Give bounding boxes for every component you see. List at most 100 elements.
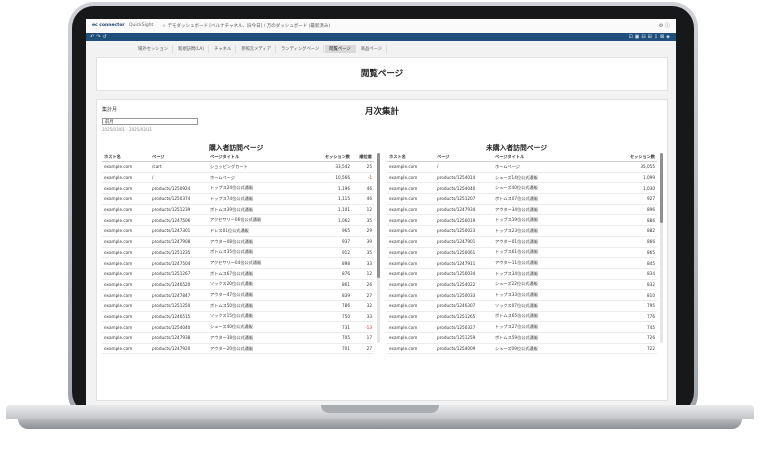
table-row[interactable]: example.com products/1247934 アウター34位公式通販 89… (387, 204, 657, 216)
table-cell: example.com (102, 268, 150, 280)
table-row[interactable]: example.com / ホームページ 10,566 -1 (102, 172, 374, 184)
table-cell: products/1250061 (435, 247, 493, 259)
table-cell: example.com (387, 311, 435, 323)
table-cell: シューズ09位公式通販 (493, 343, 601, 355)
table-row[interactable]: example.com products/1250034 トップス34位公式通販 83… (387, 268, 657, 280)
table-row[interactable]: example.com products/1247938 アウター38位公式通販 70… (102, 332, 374, 344)
table-cell: example.com (387, 161, 435, 173)
column-header[interactable]: ホスト名 (387, 153, 435, 162)
table-row[interactable]: example.com products/1250033 トップス33位公式通販 81… (387, 289, 657, 301)
table-row[interactable]: example.com products/1246515 ソックス15位公式通販 75… (102, 311, 374, 323)
table-row[interactable]: example.com products/1254040 シューズ40位公式通販 73… (102, 321, 374, 333)
table-cell: アウター20位公式通販 (208, 343, 312, 355)
breadcrumb[interactable]: ☆ デモダッシュボード [ベルナチャネル、旧今日] / 万のダッシュボード (最… (162, 23, 330, 29)
nonbuyers-scrollbar[interactable] (660, 153, 663, 343)
table-cell: example.com (387, 332, 435, 344)
table-row[interactable]: example.com products/1247301 ドレス01位公式通販 965… (102, 225, 374, 237)
tab-5[interactable]: 閲覧ページ (325, 45, 356, 53)
buyers-scrollbar[interactable] (377, 153, 380, 343)
table-row[interactable]: example.com products/1246520 ソックス20位公式通販 86… (102, 279, 374, 291)
table-row[interactable]: example.com products/1254009 シューズ09位公式通販 72… (387, 343, 657, 355)
table-row[interactable]: example.com products/1251267 ボトムス67位公式通販 87… (102, 268, 374, 280)
table-row[interactable]: example.com products/1251239 ボトムス39位公式通販 1,… (102, 204, 374, 216)
table-row[interactable]: example.com products/1250327 トップス27位公式通販 74… (387, 321, 657, 333)
table-row[interactable]: example.com products/1250019 トップス19位公式通販 88… (387, 214, 657, 227)
toolbar-action-icons[interactable]: ⊡▣⊟⊞⇩⊠◈ (628, 34, 672, 40)
column-header[interactable]: ホスト名 (102, 153, 150, 162)
table-row[interactable]: example.com products/1247908 アウター08位公式通販 93… (102, 236, 374, 248)
table-cell: example.com (102, 343, 150, 355)
laptop-notch (321, 405, 439, 413)
table-cell: 865 (601, 247, 657, 259)
table-cell: example.com (102, 214, 150, 227)
tab-4[interactable]: ランディングページ (277, 45, 325, 53)
table-cell: products/1247506 (150, 214, 208, 227)
table-cell: / (435, 161, 493, 173)
table-row[interactable]: example.com products/1251265 ボトムス65位公式通販 77… (387, 311, 657, 323)
table-row[interactable]: example.com products/1251235 ボトムス35位公式通販 91… (102, 247, 374, 259)
table-cell: example.com (102, 300, 150, 312)
nonbuyers-scroll-thumb[interactable] (660, 153, 663, 223)
table-cell: 898 (312, 257, 352, 269)
screen: ec connector QuickSight ☆ デモダッシュボード [ベルナ… (86, 19, 676, 405)
table-row[interactable]: example.com products/1250924 トップス24位公式通販 1,… (102, 182, 374, 195)
table-row[interactable]: example.com products/1251250 ボトムス50位公式通販 78… (102, 300, 374, 312)
table-cell: example.com (102, 236, 150, 248)
window-icons[interactable]: ⚙ ⓘ (659, 22, 670, 29)
table-cell: 46 (352, 193, 374, 205)
column-header[interactable]: ページタイトル (493, 153, 601, 162)
tab-2[interactable]: チャネル (210, 45, 237, 53)
table-row[interactable]: example.com products/1251259 ボトムス59位公式通販 72… (387, 332, 657, 344)
table-row[interactable]: example.com products/1254022 シューズ22位公式通販 83… (387, 279, 657, 291)
table-row[interactable]: example.com products/1247504 アクセサリー04位公式通販… (102, 257, 374, 269)
monthly-panel: 集計月 前月 2025/03/01 - 2025/03/31 月次集計 購入者訪… (96, 99, 668, 401)
table-cell: products/1247901 (435, 236, 493, 248)
tab-0[interactable]: 場外セッション (134, 45, 174, 53)
table-cell: ボトムス39位公式通販 (208, 204, 312, 216)
month-select[interactable]: 前月 (102, 118, 198, 125)
table-row[interactable]: example.com products/1247506 アクセサリー06位公式通販… (102, 214, 374, 227)
table-cell: example.com (387, 268, 435, 280)
table-row[interactable]: example.com products/1247911 アウター11位公式通販 84… (387, 257, 657, 269)
table-row[interactable]: example.com products/1250023 トップス23位公式通販 88… (387, 225, 657, 237)
table-cell: products/1254022 (435, 279, 493, 291)
nonbuyers-table: ホスト名 ページ ページタイトル セッション数 example.com / ホームページ 3… (387, 153, 657, 355)
table-row[interactable]: example.com products/1254014 シューズ14位公式通販 1,… (387, 172, 657, 184)
table-cell: シューズ40位公式通販 (208, 321, 312, 333)
table-row[interactable]: example.com products/1250061 トップス61位公式通販 86… (387, 247, 657, 259)
table-cell: products/1246520 (150, 279, 208, 291)
table-row[interactable]: example.com/cart ショッピングカート 33,542 25 (102, 161, 374, 173)
table-row[interactable]: example.com products/1250374 トップス74位公式通販 1,… (102, 193, 374, 205)
table-row[interactable]: example.com / ホームページ 35,055 (387, 161, 657, 173)
table-row[interactable]: example.com products/1247847 アウター47位公式通販 83… (102, 289, 374, 301)
table-cell: アクセサリー04位公式通販 (208, 257, 312, 269)
table-row[interactable]: example.com products/1251207 ボトムス07位公式通販 92… (387, 193, 657, 205)
table-cell: 786 (312, 300, 352, 312)
table-row[interactable]: example.com products/1247920 アウター20位公式通販 70… (102, 343, 374, 355)
undo-redo-icons[interactable]: ↶↷↺ (90, 34, 109, 40)
table-cell: example.com (387, 172, 435, 184)
table-cell: example.com (387, 321, 435, 333)
column-header[interactable]: セッション数 (312, 153, 352, 162)
tab-6[interactable]: 商品ページ (357, 45, 388, 53)
table-cell: example.com (102, 182, 150, 195)
column-header[interactable]: ページ (150, 153, 208, 162)
table-cell: example.com (102, 193, 150, 205)
column-header[interactable]: 順位差 (352, 153, 374, 162)
table-cell: example.com (387, 289, 435, 301)
table-cell: アウター38位公式通販 (208, 332, 312, 344)
column-header[interactable]: ページタイトル (208, 153, 312, 162)
buyers-scroll-thumb[interactable] (377, 153, 380, 278)
table-cell: 866 (601, 236, 657, 248)
table-row[interactable]: example.com products/1246307 ソックス07位公式通販 79… (387, 300, 657, 312)
column-header[interactable]: セッション数 (601, 153, 657, 162)
table-row[interactable]: example.com products/1254040 シューズ40位公式通販 1,… (387, 182, 657, 195)
column-header[interactable]: ページ (435, 153, 493, 162)
tab-3[interactable]: 参照元メディア (237, 45, 276, 53)
table-cell: トップス24位公式通販 (208, 182, 312, 195)
table-cell: products/1250374 (150, 193, 208, 205)
tab-1[interactable]: 新規訪問(LA) (174, 45, 210, 53)
table-cell: 1,062 (312, 214, 352, 227)
table-row[interactable]: example.com products/1247901 アウター01位公式通販 86… (387, 236, 657, 248)
table-cell: -13 (352, 321, 374, 333)
